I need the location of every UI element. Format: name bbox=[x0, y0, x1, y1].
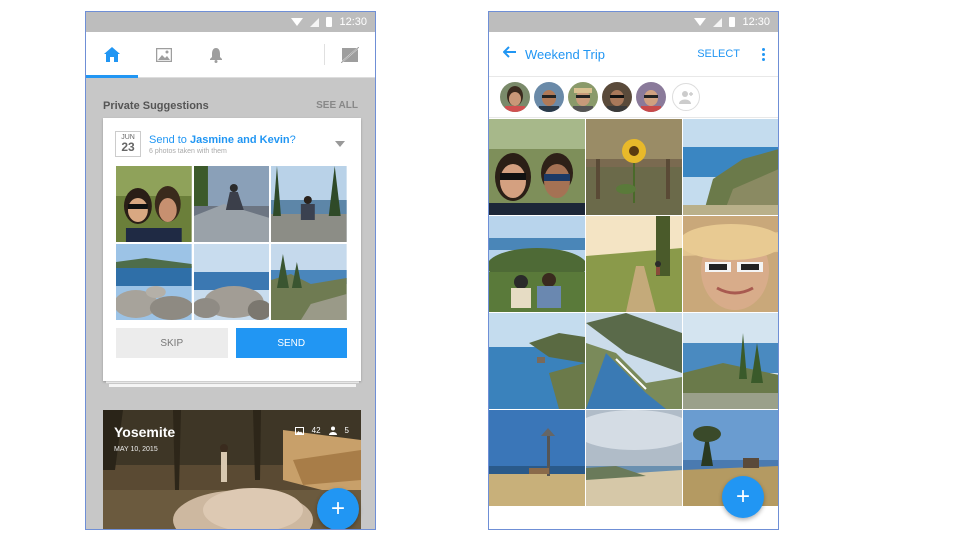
home-icon bbox=[104, 47, 120, 62]
select-button[interactable]: SELECT bbox=[697, 48, 740, 60]
tab-home[interactable] bbox=[86, 32, 138, 78]
photo-thumbnail[interactable] bbox=[489, 119, 585, 215]
photo-thumbnail[interactable] bbox=[193, 244, 270, 320]
tab-private[interactable] bbox=[325, 32, 375, 77]
add-person-button[interactable] bbox=[672, 83, 700, 111]
photo-thumbnail[interactable] bbox=[683, 119, 778, 215]
add-photo-fab-button[interactable]: + bbox=[722, 476, 764, 518]
avatar[interactable] bbox=[636, 82, 666, 112]
plus-icon: + bbox=[735, 483, 750, 510]
battery-icon bbox=[326, 17, 333, 27]
section-title: Private Suggestions bbox=[103, 100, 209, 112]
send-prompt: Send to Jasmine and Kevin? bbox=[149, 133, 296, 146]
tab-photos[interactable] bbox=[138, 32, 190, 77]
date-badge: JUN 23 bbox=[115, 131, 141, 157]
photo-count-icon bbox=[294, 426, 304, 435]
album-date: MAY 10, 2015 bbox=[114, 446, 158, 453]
add-person-icon bbox=[679, 91, 693, 104]
photo-thumbnail[interactable] bbox=[271, 166, 347, 242]
tab-notifications[interactable] bbox=[190, 32, 242, 77]
avatar[interactable] bbox=[602, 82, 632, 112]
see-all-link[interactable]: SEE ALL bbox=[316, 100, 358, 112]
suggested-photos-grid bbox=[116, 166, 347, 320]
status-bar: 12:30 bbox=[86, 12, 375, 32]
album-photo-grid bbox=[489, 119, 778, 506]
avatar[interactable] bbox=[500, 82, 530, 112]
photo-thumbnail[interactable] bbox=[586, 119, 682, 215]
recipient-names: Jasmine and Kevin bbox=[189, 133, 290, 146]
album-title: Weekend Trip bbox=[525, 46, 605, 62]
wifi-icon bbox=[694, 18, 707, 26]
avatar[interactable] bbox=[534, 82, 564, 112]
photo-thumbnail[interactable] bbox=[683, 216, 778, 312]
album-title: Yosemite bbox=[114, 424, 176, 440]
status-time: 12:30 bbox=[742, 16, 770, 28]
photo-thumbnail[interactable] bbox=[116, 166, 192, 242]
overflow-menu-icon[interactable] bbox=[754, 47, 772, 61]
phone-home-screen: 12:30 Private Suggestions SEE ALL JUN 23… bbox=[85, 11, 376, 530]
plus-icon: + bbox=[330, 495, 345, 522]
wifi-icon bbox=[291, 18, 304, 26]
status-bar: 12:30 bbox=[489, 12, 778, 32]
no-sharing-icon bbox=[341, 46, 359, 63]
suggestions-header: Private Suggestions SEE ALL bbox=[103, 100, 358, 112]
send-subtitle: 6 photos taken with them bbox=[149, 147, 227, 155]
person-icon bbox=[328, 426, 337, 435]
date-day: 23 bbox=[121, 140, 135, 154]
photo-thumbnail[interactable] bbox=[489, 313, 585, 409]
photo-thumbnail[interactable] bbox=[586, 216, 682, 312]
battery-icon bbox=[729, 17, 736, 27]
tab-bar bbox=[86, 32, 375, 78]
suggestion-card: JUN 23 Send to Jasmine and Kevin? 6 phot… bbox=[103, 118, 361, 381]
phone-album-screen: 12:30 Weekend Trip SELECT + bbox=[488, 11, 779, 530]
create-fab-button[interactable]: + bbox=[317, 488, 359, 529]
photo-thumbnail[interactable] bbox=[489, 216, 585, 312]
photo-thumbnail[interactable] bbox=[116, 244, 192, 320]
people-count: 5 bbox=[344, 426, 349, 435]
back-arrow-icon[interactable] bbox=[502, 45, 525, 63]
photo-icon bbox=[156, 47, 172, 62]
photo-thumbnail[interactable] bbox=[683, 313, 778, 409]
photo-thumbnail[interactable] bbox=[489, 410, 585, 506]
signal-icon bbox=[310, 17, 320, 27]
signal-icon bbox=[713, 17, 723, 27]
status-time: 12:30 bbox=[339, 16, 367, 28]
photo-thumbnail[interactable] bbox=[193, 166, 270, 242]
skip-button[interactable]: SKIP bbox=[116, 328, 228, 358]
people-row bbox=[489, 76, 778, 118]
expand-caret-icon[interactable] bbox=[335, 141, 345, 147]
bell-icon bbox=[210, 47, 222, 63]
album-stats: 42 5 bbox=[294, 426, 349, 435]
avatar[interactable] bbox=[568, 82, 598, 112]
photo-thumbnail[interactable] bbox=[586, 410, 682, 506]
app-bar: Weekend Trip SELECT bbox=[489, 32, 778, 76]
photo-thumbnail[interactable] bbox=[271, 244, 347, 320]
send-button[interactable]: SEND bbox=[235, 328, 347, 358]
photo-thumbnail[interactable] bbox=[586, 313, 682, 409]
home-feed: Private Suggestions SEE ALL JUN 23 Send … bbox=[86, 78, 375, 529]
photo-count: 42 bbox=[311, 426, 321, 435]
